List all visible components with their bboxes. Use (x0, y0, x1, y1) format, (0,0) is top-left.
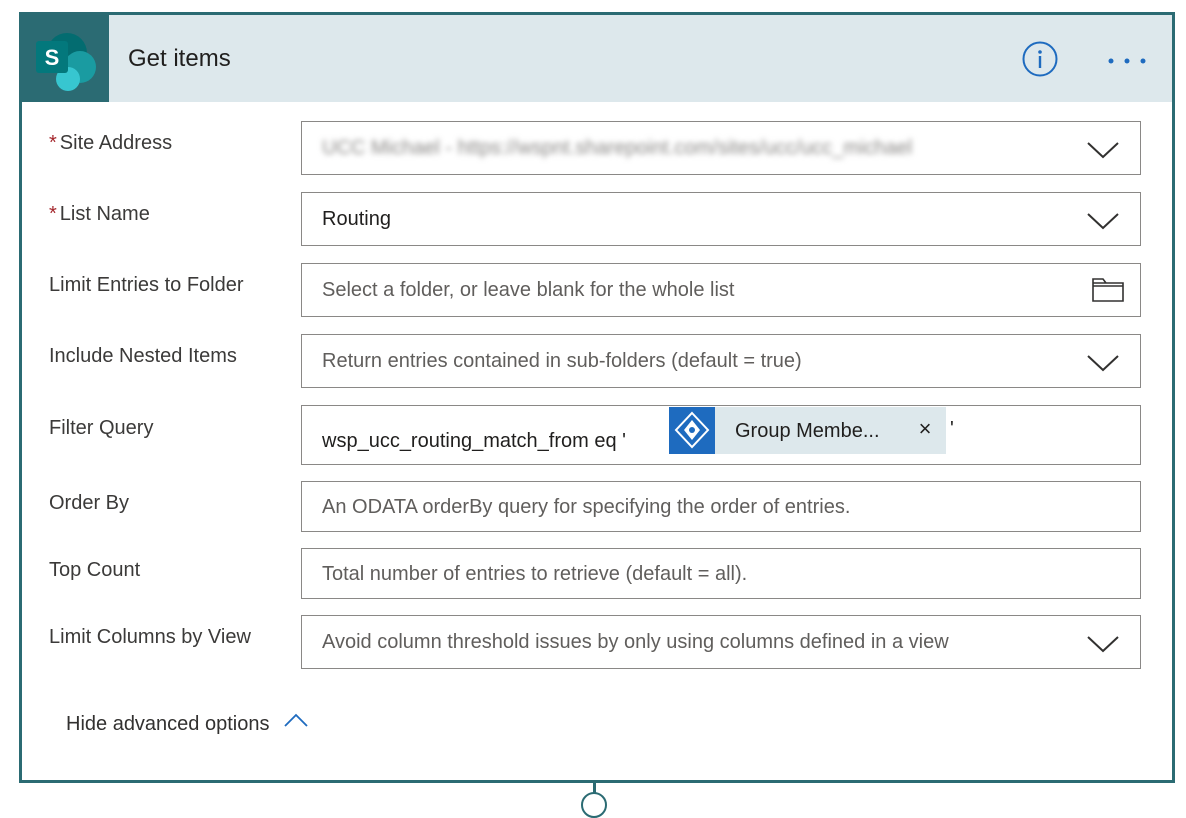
site-address-label-text: Site Address (59, 132, 173, 154)
limit-folder-placeholder: Select a folder, or leave blank for the … (322, 279, 735, 301)
more-icon (1108, 58, 1146, 64)
azure-ad-icon (669, 407, 715, 454)
top-count-label: Top Count (49, 559, 141, 581)
order-by-placeholder: An ODATA orderBy query for specifying th… (322, 496, 851, 518)
hide-advanced-options-label: Hide advanced options (66, 713, 270, 735)
close-icon[interactable]: × (914, 417, 936, 441)
required-marker: * (49, 203, 57, 225)
filter-query-input[interactable]: wsp_ucc_routing_match_from eq ' Group Me… (301, 405, 1141, 465)
limit-folder-input[interactable]: Select a folder, or leave blank for the … (301, 263, 1141, 317)
chevron-up-icon (284, 713, 309, 727)
chevron-down-icon[interactable] (1086, 634, 1120, 654)
chevron-down-icon[interactable] (1086, 140, 1120, 160)
info-icon (1022, 41, 1058, 77)
order-by-label: Order By (49, 492, 130, 514)
required-marker: * (49, 132, 57, 154)
filter-query-closing-quote: ' (950, 418, 954, 440)
filter-query-label: Filter Query (49, 417, 154, 439)
top-count-placeholder: Total number of entries to retrieve (def… (322, 563, 748, 585)
limit-columns-placeholder: Avoid column threshold issues by only us… (322, 631, 949, 653)
sharepoint-icon: S (22, 15, 109, 102)
list-name-label-text: List Name (59, 203, 150, 225)
site-address-value: UCC Michael - https://wspnt.sharepoint.c… (322, 137, 913, 159)
hide-advanced-options-button[interactable]: Hide advanced options (66, 712, 309, 736)
limit-columns-label: Limit Columns by View (49, 626, 251, 648)
limit-folder-label: Limit Entries to Folder (49, 274, 244, 296)
chevron-down-icon[interactable] (1086, 211, 1120, 231)
site-address-label: * Site Address (49, 132, 172, 155)
nested-items-label: Include Nested Items (49, 345, 237, 367)
info-button[interactable] (1022, 41, 1058, 77)
filter-query-text: wsp_ucc_routing_match_from eq ' (322, 430, 626, 452)
action-title[interactable]: Get items (128, 45, 231, 73)
list-name-label: * List Name (49, 203, 150, 226)
list-name-dropdown[interactable]: Routing (301, 192, 1141, 246)
chevron-down-icon[interactable] (1086, 353, 1120, 373)
nested-items-dropdown[interactable]: Return entries contained in sub-folders … (301, 334, 1141, 388)
limit-columns-dropdown[interactable]: Avoid column threshold issues by only us… (301, 615, 1141, 669)
dynamic-content-token[interactable]: Group Membe... × (669, 407, 946, 454)
get-items-action-card: S Get items * Site Address UCC Michael - … (19, 12, 1175, 783)
site-address-dropdown[interactable]: UCC Michael - https://wspnt.sharepoint.c… (301, 121, 1141, 175)
token-label: Group Membe... (735, 420, 880, 442)
action-header[interactable]: S Get items (22, 15, 1172, 102)
add-step-connector[interactable] (581, 792, 607, 818)
more-options-button[interactable] (1102, 41, 1152, 77)
sharepoint-icon-letter: S (45, 45, 60, 70)
list-name-value: Routing (322, 208, 391, 230)
order-by-input[interactable]: An ODATA orderBy query for specifying th… (301, 481, 1141, 532)
top-count-input[interactable]: Total number of entries to retrieve (def… (301, 548, 1141, 599)
folder-icon[interactable] (1090, 275, 1126, 305)
nested-items-placeholder: Return entries contained in sub-folders … (322, 350, 802, 372)
